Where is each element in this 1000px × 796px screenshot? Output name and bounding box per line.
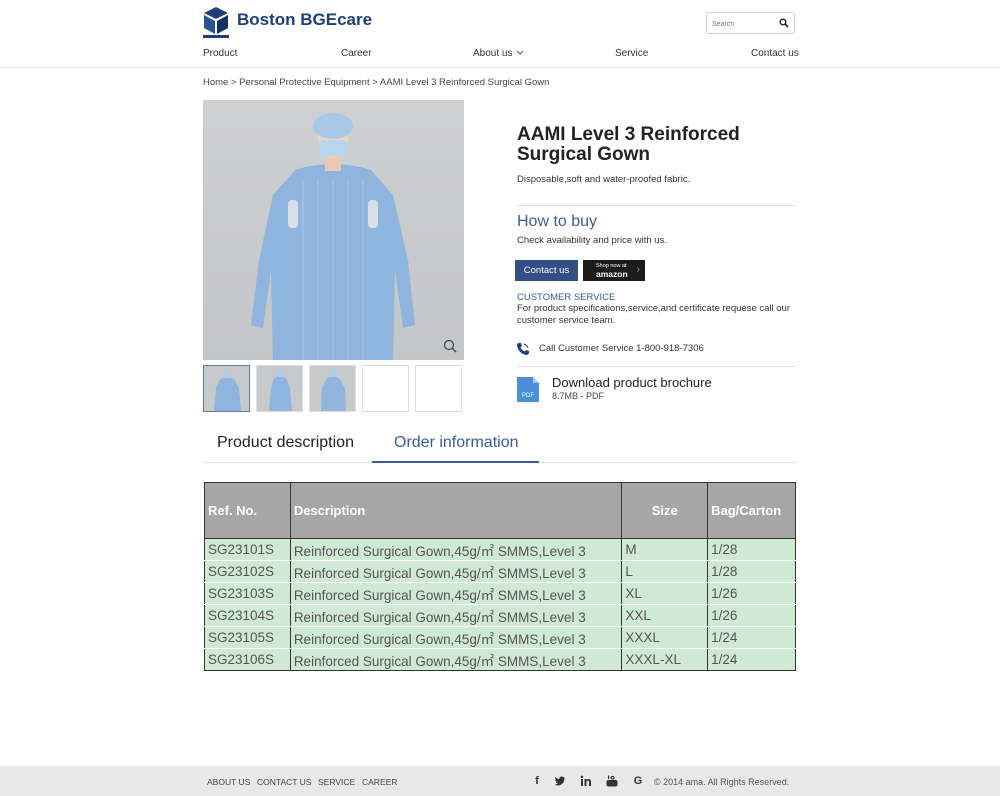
footer-link-career[interactable]: CAREER — [362, 777, 397, 787]
size-cell: XXL — [621, 604, 709, 627]
search-input[interactable] — [707, 14, 777, 35]
contact-us-button[interactable]: Contact us — [515, 260, 578, 281]
bag-carton-cell: 1/28 — [707, 538, 796, 561]
logo-icon — [203, 7, 229, 38]
table-row: SG23102S Reinforced Surgical Gown,45g/㎡ … — [204, 560, 796, 583]
nav-item-about-us-label: About us — [473, 48, 513, 59]
nav-item-contact-us[interactable]: Contact us — [751, 48, 799, 59]
column-header-bag-carton: Bag/Carton — [707, 482, 796, 539]
table-row: SG23104S Reinforced Surgical Gown,45g/㎡ … — [204, 604, 796, 627]
brand-logo[interactable]: Boston BGEcare — [203, 6, 372, 38]
bag-carton-cell: 1/26 — [707, 582, 796, 605]
how-to-buy-title: How to buy — [517, 213, 598, 230]
pdf-icon-label: PDF — [522, 393, 534, 399]
youtube-icon[interactable] — [606, 775, 618, 787]
thumbnail-image — [321, 369, 346, 411]
nav-item-about-us[interactable]: About us — [473, 48, 524, 59]
description-cell: Reinforced Surgical Gown,45g/㎡ SMMS,Leve… — [289, 648, 623, 671]
order-table: Ref. No. Description Size Bag/Carton SG2… — [204, 482, 796, 671]
site-header: Boston BGEcare Product Career About us S… — [0, 0, 1000, 68]
thumbnail-image — [214, 370, 241, 411]
divider — [517, 366, 796, 367]
nav-item-career[interactable]: Career — [341, 48, 372, 59]
table-row: SG23103S Reinforced Surgical Gown,45g/㎡ … — [204, 582, 796, 605]
pdf-icon[interactable]: PDF — [517, 377, 539, 402]
thumbnail-5[interactable] — [415, 365, 462, 412]
size-cell: XXXL — [621, 626, 709, 649]
customer-service-title: CUSTOMER SERVICE — [517, 292, 616, 303]
phone-icon — [517, 343, 529, 355]
table-row: SG23106S Reinforced Surgical Gown,45g/㎡ … — [204, 648, 796, 671]
product-main-image[interactable] — [203, 100, 464, 360]
thumbnail-4[interactable] — [362, 365, 409, 412]
ref-no-cell: SG23106S — [204, 648, 291, 671]
column-header-size: Size — [621, 482, 709, 539]
footer-link-service[interactable]: SERVICE — [318, 777, 355, 787]
description-cell: Reinforced Surgical Gown,45g/㎡ SMMS,Leve… — [289, 626, 623, 649]
size-cell: L — [621, 560, 709, 583]
amazon-logo-text: amazon — [596, 269, 628, 279]
bag-carton-cell: 1/24 — [707, 626, 796, 649]
google-plus-icon[interactable]: G — [632, 775, 644, 787]
divider — [517, 205, 796, 206]
thumbnail-image — [269, 369, 292, 411]
chevron-down-icon — [517, 51, 524, 56]
size-cell: XL — [621, 582, 709, 605]
size-cell: XXXL-XL — [621, 648, 709, 671]
footer-link-contact-us[interactable]: CONTACT US — [257, 777, 311, 787]
size-cell: M — [621, 538, 709, 561]
bag-carton-cell: 1/28 — [707, 560, 796, 583]
download-brochure-link[interactable]: Download product brochure — [552, 375, 712, 390]
column-header-ref-no: Ref. No. — [204, 482, 291, 539]
how-to-buy-subtitle: Check availability and price with us. — [517, 235, 667, 246]
table-header-row: Ref. No. Description Size Bag/Carton — [204, 482, 796, 539]
column-header-description: Description — [289, 482, 623, 539]
thumbnail-2[interactable] — [256, 365, 303, 412]
twitter-icon[interactable] — [554, 775, 566, 787]
thumbnail-3[interactable] — [309, 365, 356, 412]
ref-no-cell: SG23102S — [204, 560, 291, 583]
tab-product-description[interactable]: Product description — [217, 434, 354, 452]
linkedin-icon[interactable] — [580, 775, 592, 787]
thumbnail-1[interactable] — [203, 365, 250, 412]
ref-no-cell: SG23103S — [204, 582, 291, 605]
site-footer: ABOUT US CONTACT US SERVICE CAREER f G ©… — [0, 766, 1000, 796]
description-cell: Reinforced Surgical Gown,45g/㎡ SMMS,Leve… — [289, 582, 623, 605]
nav-item-product[interactable]: Product — [203, 48, 237, 59]
tab-active-indicator — [372, 461, 539, 463]
chevron-right-icon: › — [636, 264, 640, 275]
customer-service-phone[interactable]: Call Customer Service 1-800-918-7306 — [539, 343, 704, 354]
tab-order-information[interactable]: Order information — [394, 434, 519, 452]
thumbnail-strip — [203, 365, 462, 412]
description-cell: Reinforced Surgical Gown,45g/㎡ SMMS,Leve… — [289, 604, 623, 627]
copyright-text: © 2014 ama. All Rights Reserved. — [654, 777, 790, 787]
ref-no-cell: SG23101S — [204, 538, 291, 561]
product-subtitle: Disposable,soft and water-proofed fabric… — [517, 174, 691, 185]
bag-carton-cell: 1/26 — [707, 604, 796, 627]
footer-link-about-us[interactable]: ABOUT US — [207, 777, 250, 787]
zoom-icon[interactable] — [443, 339, 457, 353]
description-cell: Reinforced Surgical Gown,45g/㎡ SMMS,Leve… — [289, 560, 623, 583]
brand-name: Boston BGEcare — [237, 10, 373, 29]
facebook-icon[interactable]: f — [531, 775, 543, 787]
shop-amazon-button[interactable]: Shop now at amazon › — [583, 260, 645, 281]
breadcrumb[interactable]: Home > Personal Protective Equipment > A… — [203, 77, 549, 88]
ref-no-cell: SG23104S — [204, 604, 291, 627]
search-icon[interactable] — [779, 18, 789, 28]
bag-carton-cell: 1/24 — [707, 648, 796, 671]
ref-no-cell: SG23105S — [204, 626, 291, 649]
search-box[interactable] — [706, 12, 795, 35]
nav-item-service[interactable]: Service — [615, 48, 648, 59]
product-title: AAMI Level 3 Reinforced Surgical Gown — [517, 124, 740, 165]
table-row: SG23101S Reinforced Surgical Gown,45g/㎡ … — [204, 538, 796, 561]
brochure-meta: 8.7MB - PDF — [552, 391, 605, 401]
gown-illustration — [251, 113, 415, 360]
customer-service-text: For product specifications,service,and c… — [517, 303, 790, 326]
table-row: SG23105S Reinforced Surgical Gown,45g/㎡ … — [204, 626, 796, 649]
description-cell: Reinforced Surgical Gown,45g/㎡ SMMS,Leve… — [289, 538, 623, 561]
